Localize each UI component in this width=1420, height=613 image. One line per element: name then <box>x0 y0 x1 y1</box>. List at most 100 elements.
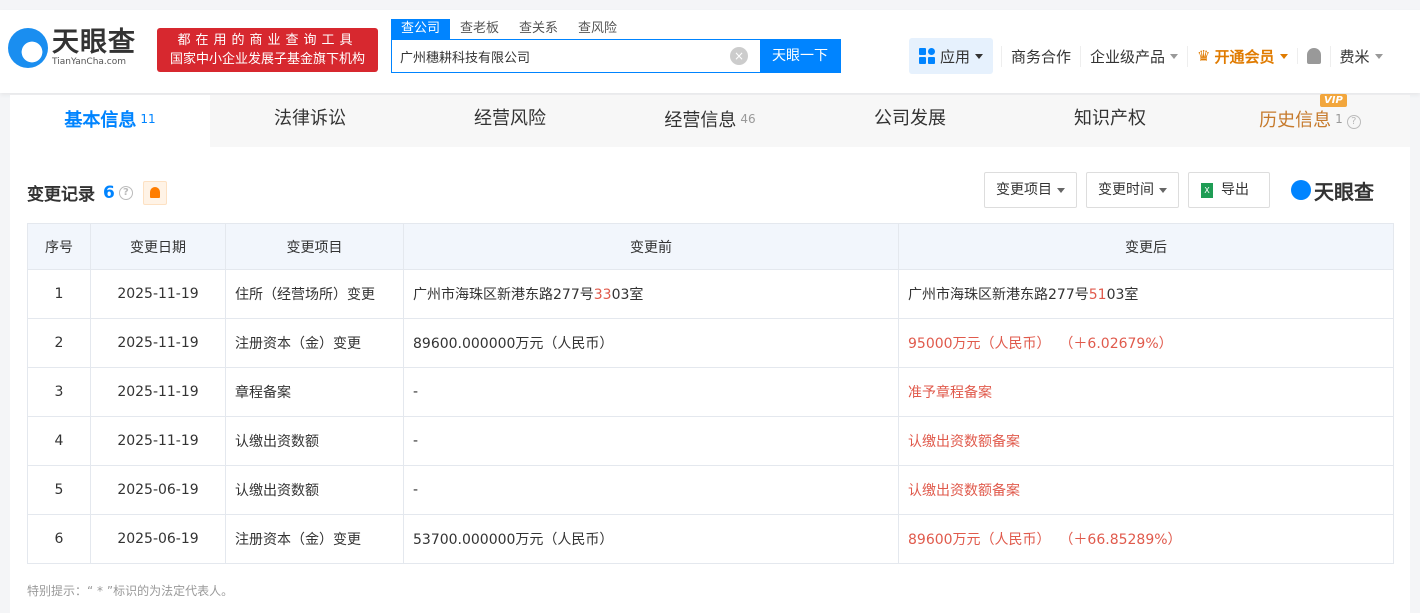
crown-icon: ♛ <box>1197 47 1211 65</box>
slogan-line2: 国家中小企业发展子基金旗下机构 <box>169 52 365 67</box>
tab-development[interactable]: 公司发展 <box>810 95 1010 147</box>
caret-down-icon <box>1279 53 1288 63</box>
tab-count: 11 <box>140 112 156 126</box>
filter-item-dropdown[interactable]: 变更项目 <box>984 172 1077 208</box>
caret-down-icon <box>1374 53 1383 63</box>
table-row: 4 2025-11-19 认缴出资数额 - 认缴出资数额备案 <box>27 416 1394 466</box>
header: 天眼查 TianYanCha.com 都在用的商业查询工具 国家中小企业发展子基金旗… <box>0 10 1420 93</box>
section-count: 6 <box>103 182 115 203</box>
slogan-banner[interactable]: 都在用的商业查询工具 国家中小企业发展子基金旗下机构 <box>157 28 378 72</box>
text: 广州市海珠区新港东路277号 <box>908 287 1089 303</box>
nav-vip-label: 开通会员 <box>1214 47 1275 66</box>
toolbar: 变更项目 变更时间 X 导出 天眼查 <box>984 172 1374 208</box>
table-row: 6 2025-06-19 注册资本（金）变更 53700.000000万元（人民币） 8… <box>27 514 1394 564</box>
section-header: 变更记录 6 ? <box>27 180 167 205</box>
search-tab-boss[interactable]: 查老板 <box>450 19 509 39</box>
cell-date: 2025-11-19 <box>90 367 226 417</box>
cell-item: 注册资本（金）变更 <box>225 514 404 564</box>
cell-item: 认缴出资数额 <box>225 416 404 466</box>
tab-count: 46 <box>740 112 756 126</box>
logo-text: 天眼查 <box>52 27 136 58</box>
search-tab-company[interactable]: 查公司 <box>391 19 451 39</box>
cell-before: - <box>403 416 899 466</box>
cell-after: 广州市海珠区新港东路277号5103室 <box>898 269 1394 319</box>
clear-icon[interactable]: × <box>730 47 748 65</box>
tab-risk[interactable]: 经营风险 <box>410 95 610 147</box>
tab-label: 法律诉讼 <box>274 108 346 129</box>
tab-label: 知识产权 <box>1074 108 1146 129</box>
cell-date: 2025-11-19 <box>90 416 226 466</box>
cell-after: 认缴出资数额备案 <box>898 416 1394 466</box>
nav-vip[interactable]: ♛ 开通会员 <box>1187 45 1296 67</box>
tab-ip[interactable]: 知识产权 <box>1010 95 1210 147</box>
apps-grid-icon <box>919 48 935 64</box>
logo[interactable]: 天眼查 TianYanCha.com <box>8 28 136 68</box>
nav-enterprise[interactable]: 企业级产品 <box>1080 45 1187 67</box>
cell-before: - <box>403 465 899 515</box>
monitor-button[interactable] <box>142 180 167 205</box>
cell-before: - <box>403 367 899 417</box>
filter-time-dropdown[interactable]: 变更时间 <box>1086 172 1179 208</box>
text: 03室 <box>611 287 644 303</box>
nav-app-label: 应用 <box>940 47 971 66</box>
change-records-panel: 变更记录 6 ? 变更项目 变更时间 X 导出 天眼查 序号 变更日期 变更项目 … <box>10 147 1410 613</box>
tab-basic-info[interactable]: 基本信息 11 <box>10 95 210 147</box>
nav-business[interactable]: 商务合作 <box>1001 45 1080 67</box>
search-tab-relation[interactable]: 查关系 <box>509 19 568 39</box>
col-header-after: 变更后 <box>898 223 1394 270</box>
tab-history[interactable]: VIP 历史信息 1? <box>1210 94 1410 147</box>
cell-no: 5 <box>27 465 91 515</box>
logo-icon <box>8 28 48 68</box>
notification-button[interactable] <box>1296 48 1330 64</box>
text: 03室 <box>1106 287 1139 303</box>
nav-app-menu[interactable]: 应用 <box>909 38 994 74</box>
cell-no: 1 <box>27 269 91 319</box>
cell-before: 广州市海珠区新港东路277号3303室 <box>403 269 899 319</box>
caret-down-icon <box>1170 53 1179 63</box>
search-bar: × 天眼一下 <box>391 39 841 73</box>
slogan-line1: 都在用的商业查询工具 <box>177 33 358 48</box>
cell-date: 2025-11-19 <box>90 269 226 319</box>
tab-legal[interactable]: 法律诉讼 <box>210 95 410 147</box>
export-label: 导出 <box>1221 182 1249 198</box>
help-icon[interactable]: ? <box>118 185 133 200</box>
filter-item-label: 变更项目 <box>996 182 1052 198</box>
main-tabs: 基本信息 11 法律诉讼 经营风险 经营信息 46 公司发展 知识产权 VIP 历史信… <box>10 94 1410 147</box>
caret-down-icon <box>1057 187 1065 197</box>
cell-after: 95000万元（人民币） （＋6.02679%） <box>898 318 1394 368</box>
table-row: 5 2025-06-19 认缴出资数额 - 认缴出资数额备案 <box>27 465 1394 515</box>
search-input[interactable] <box>392 40 718 72</box>
col-header-date: 变更日期 <box>90 223 226 270</box>
table-row: 1 2025-11-19 住所（经营场所）变更 广州市海珠区新港东路277号33… <box>27 269 1394 319</box>
cell-date: 2025-06-19 <box>90 465 226 515</box>
export-button[interactable]: X 导出 <box>1188 172 1270 208</box>
tab-label: 经营风险 <box>474 108 546 129</box>
cell-date: 2025-06-19 <box>90 514 226 564</box>
cell-no: 3 <box>27 367 91 417</box>
cell-item: 章程备案 <box>225 367 404 417</box>
caret-down-icon <box>975 53 984 63</box>
nav-enterprise-label: 企业级产品 <box>1090 47 1166 66</box>
footnote: 特别提示：“ * ”标识的为法定代表人。 <box>27 584 234 598</box>
search-type-tabs: 查公司 查老板 查关系 查风险 <box>391 19 627 39</box>
cell-item: 注册资本（金）变更 <box>225 318 404 368</box>
user-name: 费米 <box>1339 47 1370 66</box>
logo-icon <box>1291 180 1311 200</box>
table-row: 2 2025-11-19 注册资本（金）变更 89600.000000万元（人民币） 9… <box>27 318 1394 368</box>
bell-icon <box>149 187 160 198</box>
excel-icon: X <box>1201 182 1213 198</box>
col-header-before: 变更前 <box>403 223 899 270</box>
search-button[interactable]: 天眼一下 <box>760 40 840 72</box>
search-tab-risk[interactable]: 查风险 <box>568 19 627 39</box>
brand-watermark: 天眼查 <box>1291 176 1374 205</box>
cell-no: 4 <box>27 416 91 466</box>
tab-label: 基本信息 <box>64 110 137 131</box>
user-menu[interactable]: 费米 <box>1329 45 1392 67</box>
top-strip <box>0 0 1420 10</box>
tab-count: 1 <box>1335 112 1343 126</box>
cell-no: 2 <box>27 318 91 368</box>
help-icon[interactable]: ? <box>1346 115 1361 129</box>
tab-operation[interactable]: 经营信息 46 <box>610 95 810 147</box>
text: 广州市海珠区新港东路277号 <box>413 287 594 303</box>
cell-no: 6 <box>27 514 91 564</box>
